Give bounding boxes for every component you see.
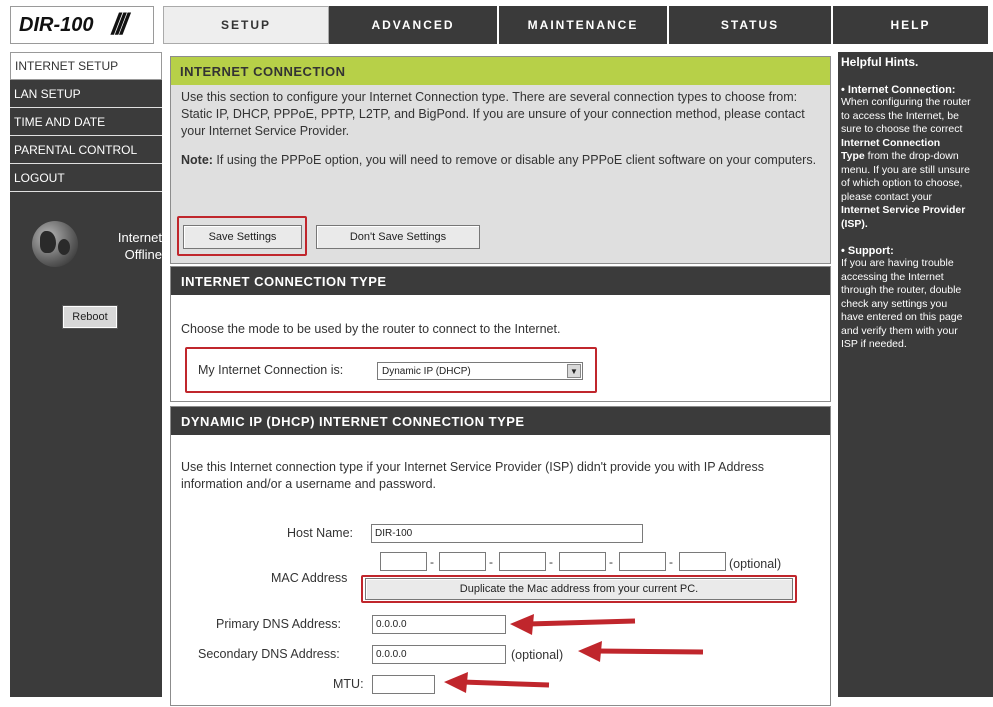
secondary-dns-label: Secondary DNS Address: [198, 647, 340, 661]
note-label: Note: [181, 153, 213, 167]
status-line-internet: Internet [117, 230, 162, 245]
chevron-down-icon[interactable]: ▼ [567, 364, 581, 378]
mac-octet-1[interactable] [380, 552, 427, 571]
sidebar-item-lan-setup[interactable]: LAN SETUP [10, 80, 162, 108]
dhcp-heading: DYNAMIC IP (DHCP) INTERNET CONNECTION TY… [171, 407, 830, 435]
duplicate-mac-button[interactable]: Duplicate the Mac address from your curr… [365, 578, 793, 600]
router-admin-page: DIR-100 /// SETUP ADVANCED MAINTENANCE S… [0, 0, 993, 707]
connection-type-select[interactable]: Dynamic IP (DHCP) ▼ [377, 362, 583, 380]
tab-advanced[interactable]: ADVANCED [329, 6, 499, 44]
red-arrow-icon [444, 672, 550, 693]
sidebar-item-logout[interactable]: LOGOUT [10, 164, 162, 192]
secondary-dns-input[interactable]: 0.0.0.0 [372, 645, 506, 664]
mtu-label: MTU: [333, 677, 364, 691]
internet-connection-heading: INTERNET CONNECTION [171, 57, 830, 85]
connection-select-label: My Internet Connection is: [198, 363, 344, 377]
status-line-offline: Offline [124, 247, 162, 262]
logo-text: DIR-100 [19, 13, 94, 36]
tab-setup[interactable]: SETUP [163, 6, 329, 44]
secondary-optional-label: (optional) [511, 648, 564, 662]
connection-type-heading: INTERNET CONNECTION TYPE [171, 267, 830, 295]
host-name-input[interactable]: DIR-100 [371, 524, 643, 543]
tab-status[interactable]: STATUS [669, 6, 833, 44]
hint-internet-connection-body: When configuring the router to access th… [841, 96, 971, 230]
logo-slash-mark: /// [111, 8, 128, 41]
host-name-label: Host Name: [287, 526, 353, 540]
note-text: If using the PPPoE option, you will need… [212, 153, 817, 167]
hint-internet-connection-heading: • Internet Connection: [841, 84, 956, 96]
connection-type-section: INTERNET CONNECTION TYPE Choose the mode… [170, 266, 831, 402]
mac-dash: - [549, 555, 553, 569]
hint-support-heading: • Support: [841, 245, 894, 257]
helpful-hints-panel: Helpful Hints. • Internet Connection: Wh… [838, 52, 993, 697]
mac-dash: - [430, 555, 434, 569]
hints-title: Helpful Hints. [841, 55, 919, 69]
save-settings-button[interactable]: Save Settings [183, 225, 302, 249]
internet-status: Internet Offline [32, 221, 162, 271]
dhcp-description: Use this Internet connection type if you… [181, 460, 765, 491]
mac-dash: - [669, 555, 673, 569]
left-sidebar: INTERNET SETUP LAN SETUP TIME AND DATE P… [10, 52, 162, 697]
dlink-logo: DIR-100 /// [10, 6, 154, 44]
reboot-button[interactable]: Reboot [62, 305, 118, 329]
dhcp-section: DYNAMIC IP (DHCP) INTERNET CONNECTION TY… [170, 406, 831, 706]
mac-optional-label: (optional) [729, 557, 782, 571]
mac-dash: - [609, 555, 613, 569]
connection-type-description: Choose the mode to be used by the router… [181, 322, 561, 336]
primary-dns-label: Primary DNS Address: [216, 617, 342, 631]
sidebar-item-parental-control[interactable]: PARENTAL CONTROL [10, 136, 162, 164]
mac-octet-5[interactable] [619, 552, 666, 571]
tab-help[interactable]: HELP [833, 6, 988, 44]
hint-support-body: If you are having trouble accessing the … [841, 257, 963, 350]
mac-dash: - [489, 555, 493, 569]
mac-octet-6[interactable] [679, 552, 726, 571]
internet-connection-description: Use this section to configure your Inter… [181, 90, 805, 138]
top-nav-tabs: SETUP ADVANCED MAINTENANCE STATUS HELP [163, 6, 988, 44]
sidebar-item-time-and-date[interactable]: TIME AND DATE [10, 108, 162, 136]
globe-icon [32, 221, 78, 267]
red-arrow-icon [578, 641, 704, 662]
mac-octet-3[interactable] [499, 552, 546, 571]
mac-octet-4[interactable] [559, 552, 606, 571]
internet-status-text: Internet Offline [92, 229, 162, 263]
primary-dns-input[interactable]: 0.0.0.0 [372, 615, 506, 634]
mac-address-label: MAC Address [271, 571, 348, 585]
red-arrow-icon [510, 614, 636, 635]
sidebar-item-internet-setup[interactable]: INTERNET SETUP [10, 52, 162, 80]
mac-octet-2[interactable] [439, 552, 486, 571]
pppoe-note: Note: If using the PPPoE option, you wil… [171, 140, 830, 169]
tab-maintenance[interactable]: MAINTENANCE [499, 6, 669, 44]
dont-save-settings-button[interactable]: Don't Save Settings [316, 225, 480, 249]
internet-connection-section: INTERNET CONNECTION Use this section to … [170, 56, 831, 264]
mtu-input[interactable] [372, 675, 435, 694]
connection-type-value: Dynamic IP (DHCP) [382, 365, 471, 377]
